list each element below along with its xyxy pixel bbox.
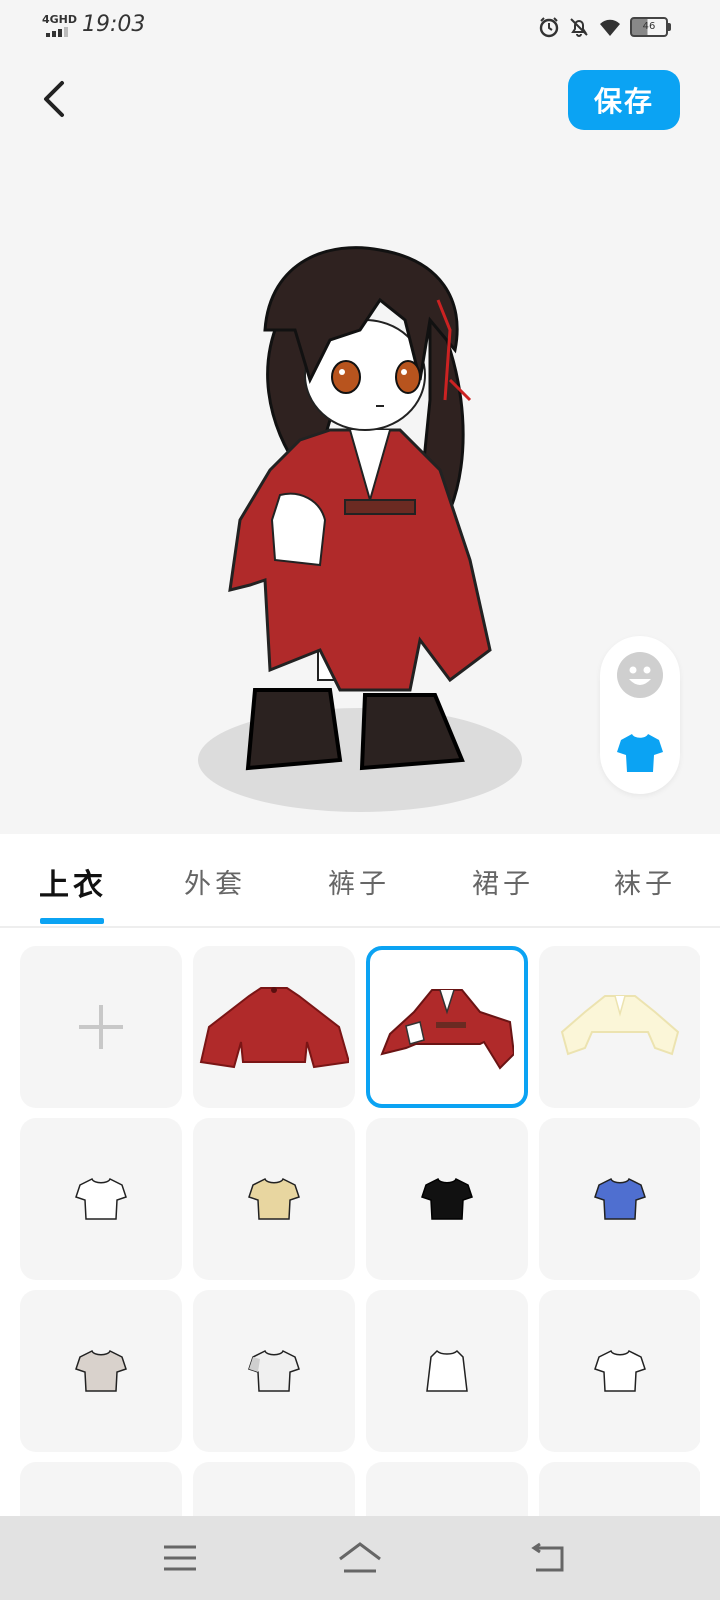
add-item-button[interactable] [20, 946, 182, 1108]
category-tabs: 上衣 外套 裤子 裙子 袜子 [0, 834, 720, 928]
clothing-item[interactable] [539, 946, 700, 1108]
return-icon [531, 1542, 564, 1572]
tab-pants[interactable]: 裤子 [304, 862, 414, 901]
clothing-item[interactable] [539, 1290, 700, 1452]
status-bar: 4GHD 19:03 46 [0, 0, 720, 52]
home-icon [339, 1542, 381, 1573]
editor-mode-switch [600, 636, 680, 794]
clothing-item[interactable] [366, 1462, 528, 1516]
gray-tshirt-icon [75, 1349, 127, 1392]
back-nav-button[interactable] [520, 1530, 576, 1586]
system-nav-bar [0, 1516, 720, 1600]
white-tshirt-icon [75, 1177, 127, 1220]
beige-tshirt-icon [248, 1177, 300, 1220]
light-tshirt-icon [248, 1349, 300, 1392]
tank-top-icon [426, 1349, 468, 1392]
menu-button[interactable] [152, 1530, 208, 1586]
shirt-icon [617, 734, 663, 772]
network-indicator: 4GHD [42, 13, 78, 26]
clothing-item[interactable] [193, 1290, 355, 1452]
clothing-item[interactable] [193, 1462, 355, 1516]
clothing-item[interactable] [539, 1462, 700, 1516]
home-button[interactable] [332, 1530, 388, 1586]
save-button[interactable]: 保存 [568, 70, 680, 130]
black-tshirt-icon [421, 1177, 473, 1220]
white-tshirt-icon [594, 1349, 646, 1392]
tab-tops[interactable]: 上衣 [18, 860, 128, 904]
clothing-item[interactable] [366, 1118, 528, 1280]
clothing-item[interactable] [193, 1118, 355, 1280]
clothing-item[interactable] [20, 1290, 182, 1452]
clothes-mode-button[interactable] [615, 728, 665, 778]
chevron-left-icon [44, 81, 64, 117]
red-cape-top-icon [199, 987, 349, 1069]
clothing-item[interactable] [20, 1118, 182, 1280]
avatar-stage [0, 160, 720, 834]
mute-bell-icon [570, 18, 588, 37]
plus-icon [79, 1005, 123, 1049]
active-tab-indicator [40, 918, 104, 924]
clothing-item[interactable] [20, 1462, 182, 1516]
alarm-icon [539, 17, 559, 38]
menu-icon [164, 1545, 196, 1571]
smiley-icon [617, 652, 663, 698]
clothing-item[interactable] [193, 946, 355, 1108]
cream-robe-top-icon [560, 995, 680, 1056]
clothing-item-selected[interactable] [366, 946, 528, 1108]
wifi-icon [600, 19, 620, 36]
clothing-grid [20, 946, 700, 1516]
face-mode-button[interactable] [615, 650, 665, 700]
tab-socks[interactable]: 袜子 [590, 862, 700, 901]
signal-icon [46, 27, 68, 37]
tab-outerwear[interactable]: 外套 [160, 862, 270, 901]
red-robe-top-icon [380, 989, 514, 1070]
wardrobe-panel: 上衣 外套 裤子 裙子 袜子 [0, 834, 720, 1516]
clock: 19:03 [82, 12, 146, 37]
tab-skirts[interactable]: 裙子 [448, 862, 558, 901]
clothing-item[interactable] [539, 1118, 700, 1280]
back-button[interactable] [30, 75, 78, 123]
blue-tshirt-icon [594, 1177, 646, 1220]
battery-indicator: 46 [630, 17, 671, 37]
clothing-item[interactable] [366, 1290, 528, 1452]
